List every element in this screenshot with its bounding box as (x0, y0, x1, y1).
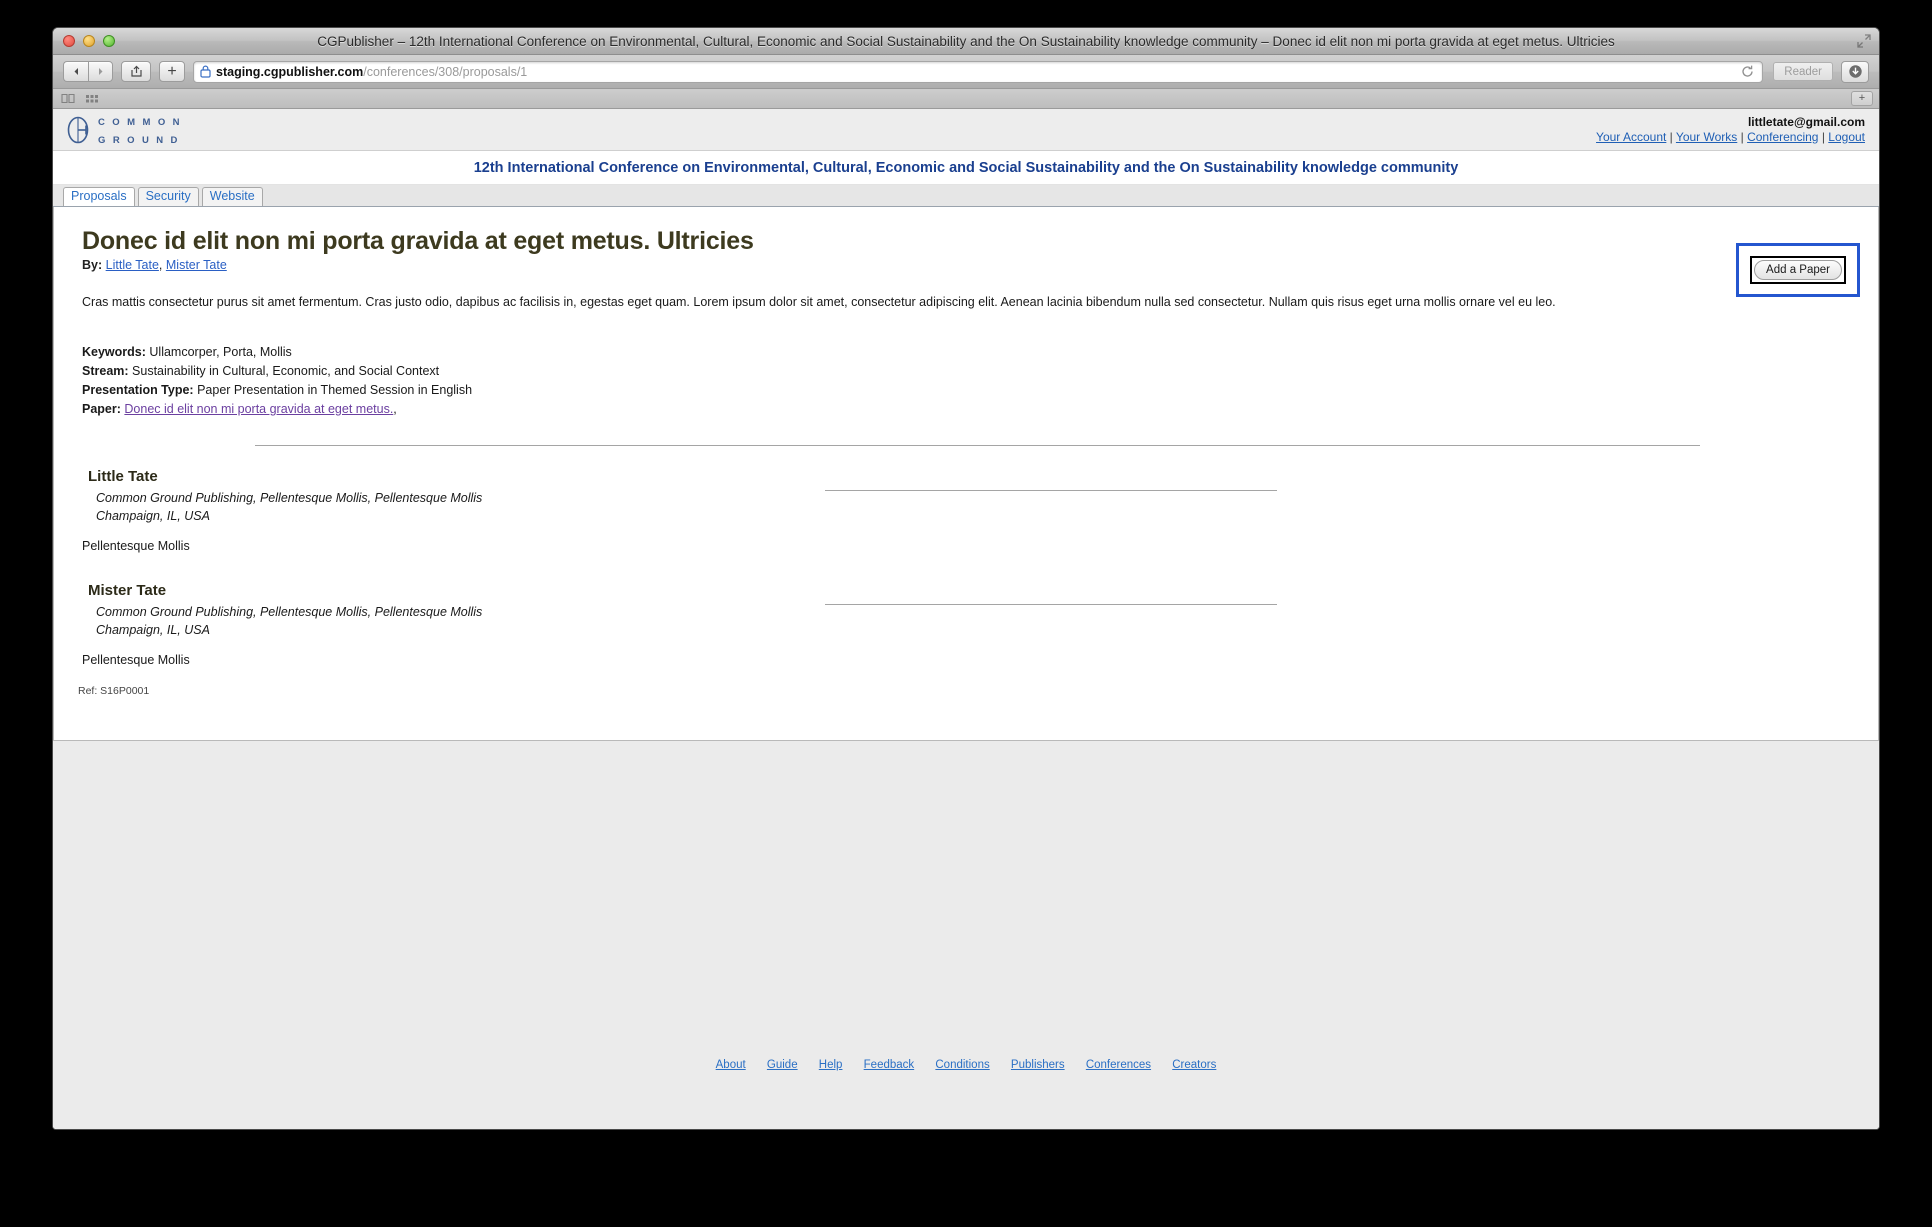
book-icon[interactable] (61, 93, 75, 104)
link-separator-2: | (1740, 129, 1744, 144)
fullscreen-icon[interactable] (1857, 34, 1871, 48)
link-your-account[interactable]: Your Account (1596, 130, 1666, 144)
add-paper-highlight-box: Add a Paper (1736, 243, 1860, 297)
keywords-value: Ullamcorper, Porta, Mollis (149, 345, 292, 359)
author-affiliation-line-2: Champaign, IL, USA (96, 509, 210, 523)
divider-author-1 (825, 490, 1277, 491)
bookmarks-bar: + (53, 89, 1879, 109)
window-title: CGPublisher – 12th International Confere… (317, 33, 1615, 49)
forward-button[interactable] (88, 61, 113, 82)
stream-label: Stream: (82, 364, 129, 378)
footer-link-conditions[interactable]: Conditions (935, 1059, 989, 1071)
author-block-2: Mister Tate Common Ground Publishing, Pe… (82, 582, 1852, 667)
logo-mark-icon (67, 116, 89, 143)
metadata-presentation-type: Presentation Type: Paper Presentation in… (82, 381, 1852, 400)
url-path: /conferences/308/proposals/1 (363, 64, 528, 79)
downloads-button[interactable] (1841, 60, 1869, 83)
proposal-content-frame: Donec id elit non mi porta gravida at eg… (53, 207, 1879, 741)
address-bar[interactable]: staging.cgpublisher.com/conferences/308/… (193, 60, 1764, 83)
logo-line-1: C O M M O N (98, 116, 182, 128)
page-title: Donec id elit non mi porta gravida at eg… (82, 227, 754, 255)
add-bookmark-button[interactable]: + (159, 61, 185, 82)
byline-author-little-tate[interactable]: Little Tate (106, 258, 159, 272)
zoom-window-button[interactable] (103, 35, 115, 47)
url-host: staging.cgpublisher.com (216, 64, 364, 79)
tab-website[interactable]: Website (201, 187, 263, 206)
byline-separator: , (158, 258, 166, 272)
footer-link-creators[interactable]: Creators (1172, 1059, 1216, 1071)
byline: By: Little Tate, Mister Tate (82, 258, 1852, 272)
author-name: Little Tate (88, 468, 158, 485)
footer-link-conferences[interactable]: Conferences (1086, 1059, 1151, 1071)
proposal-metadata: Keywords: Ullamcorper, Porta, Mollis Str… (82, 343, 1852, 419)
author-note: Pellentesque Mollis (82, 653, 190, 667)
footer-link-guide[interactable]: Guide (767, 1059, 798, 1071)
footer-link-publishers[interactable]: Publishers (1011, 1059, 1065, 1071)
logo-line-2: G R O U N D (98, 134, 180, 146)
paper-link[interactable]: Donec id elit non mi porta gravida at eg… (124, 402, 393, 416)
keywords-label: Keywords: (82, 345, 146, 359)
author-block-1: Little Tate Common Ground Publishing, Pe… (82, 468, 1852, 553)
author-name: Mister Tate (88, 582, 167, 599)
link-separator-3: | (1821, 129, 1825, 144)
abstract-text: Cras mattis consectetur purus sit amet f… (82, 295, 1556, 309)
conference-banner-title: 12th International Conference on Environ… (53, 151, 1879, 185)
tab-security[interactable]: Security (137, 187, 199, 206)
section-tabbar: Proposals Security Website (53, 185, 1879, 207)
window-controls[interactable] (63, 35, 115, 47)
paper-label: Paper: (82, 402, 121, 416)
back-button[interactable] (63, 61, 88, 82)
paper-link-trailing: , (393, 402, 397, 416)
stream-value: Sustainability in Cultural, Economic, an… (132, 364, 440, 378)
divider-author-2 (825, 604, 1277, 605)
divider-top (255, 445, 1700, 446)
byline-label: By: (82, 258, 103, 272)
reader-button[interactable]: Reader (1773, 62, 1833, 81)
account-email: littletate@gmail.com (1747, 114, 1865, 129)
share-button[interactable] (121, 61, 151, 82)
web-page: C O M M O N G R O U N D littletate@gmail… (53, 109, 1879, 1129)
window-titlebar: CGPublisher – 12th International Confere… (53, 28, 1879, 55)
account-links: Your Account | Your Works | Conferencing… (1596, 130, 1865, 145)
screenshot-root: CGPublisher – 12th International Confere… (0, 0, 1932, 1227)
tab-proposals[interactable]: Proposals (63, 187, 135, 206)
author-note: Pellentesque Mollis (82, 539, 190, 553)
browser-window: CGPublisher – 12th International Confere… (52, 27, 1880, 1130)
url-text: staging.cgpublisher.com/conferences/308/… (216, 65, 527, 79)
author-affiliation-line-1: Common Ground Publishing, Pellentesque M… (96, 605, 483, 619)
page-background: About Guide Help Feedback Conditions Pub… (53, 741, 1879, 1129)
close-window-button[interactable] (63, 35, 75, 47)
footer-links: About Guide Help Feedback Conditions Pub… (53, 741, 1879, 1071)
metadata-stream: Stream: Sustainability in Cultural, Econ… (82, 362, 1852, 381)
link-logout[interactable]: Logout (1828, 130, 1865, 144)
add-paper-button[interactable]: Add a Paper (1754, 260, 1842, 280)
author-affiliation-line-1: Common Ground Publishing, Pellentesque M… (96, 491, 483, 505)
logo-wordmark: C O M M O N G R O U N D (98, 112, 182, 148)
account-area: littletate@gmail.com Your Account | Your… (1596, 115, 1865, 145)
link-your-works[interactable]: Your Works (1676, 130, 1737, 144)
link-conferencing[interactable]: Conferencing (1747, 130, 1818, 144)
footer-link-about[interactable]: About (716, 1059, 746, 1071)
presentation-type-label: Presentation Type: (82, 383, 194, 397)
grid-icon[interactable] (85, 93, 99, 104)
reload-icon[interactable] (1741, 65, 1754, 78)
common-ground-logo[interactable]: C O M M O N G R O U N D (65, 112, 182, 148)
proposal-ref: Ref: S16P0001 (78, 685, 150, 697)
site-header: C O M M O N G R O U N D littletate@gmail… (53, 109, 1879, 151)
link-separator-1: | (1669, 129, 1673, 144)
secure-lock-icon (200, 65, 211, 78)
minimize-window-button[interactable] (83, 35, 95, 47)
metadata-keywords: Keywords: Ullamcorper, Porta, Mollis (82, 343, 1852, 362)
author-affiliation-line-2: Champaign, IL, USA (96, 623, 210, 637)
metadata-paper: Paper: Donec id elit non mi porta gravid… (82, 400, 1852, 419)
add-paper-focus-outline: Add a Paper (1750, 256, 1846, 284)
browser-toolbar: + staging.cgpublisher.com/conferences/30… (53, 55, 1879, 89)
byline-author-mister-tate[interactable]: Mister Tate (166, 258, 227, 272)
footer-link-help[interactable]: Help (819, 1059, 843, 1071)
new-tab-button[interactable]: + (1851, 91, 1873, 106)
presentation-type-value: Paper Presentation in Themed Session in … (197, 383, 473, 397)
nav-buttons-group (63, 61, 113, 82)
footer-link-feedback[interactable]: Feedback (864, 1059, 915, 1071)
